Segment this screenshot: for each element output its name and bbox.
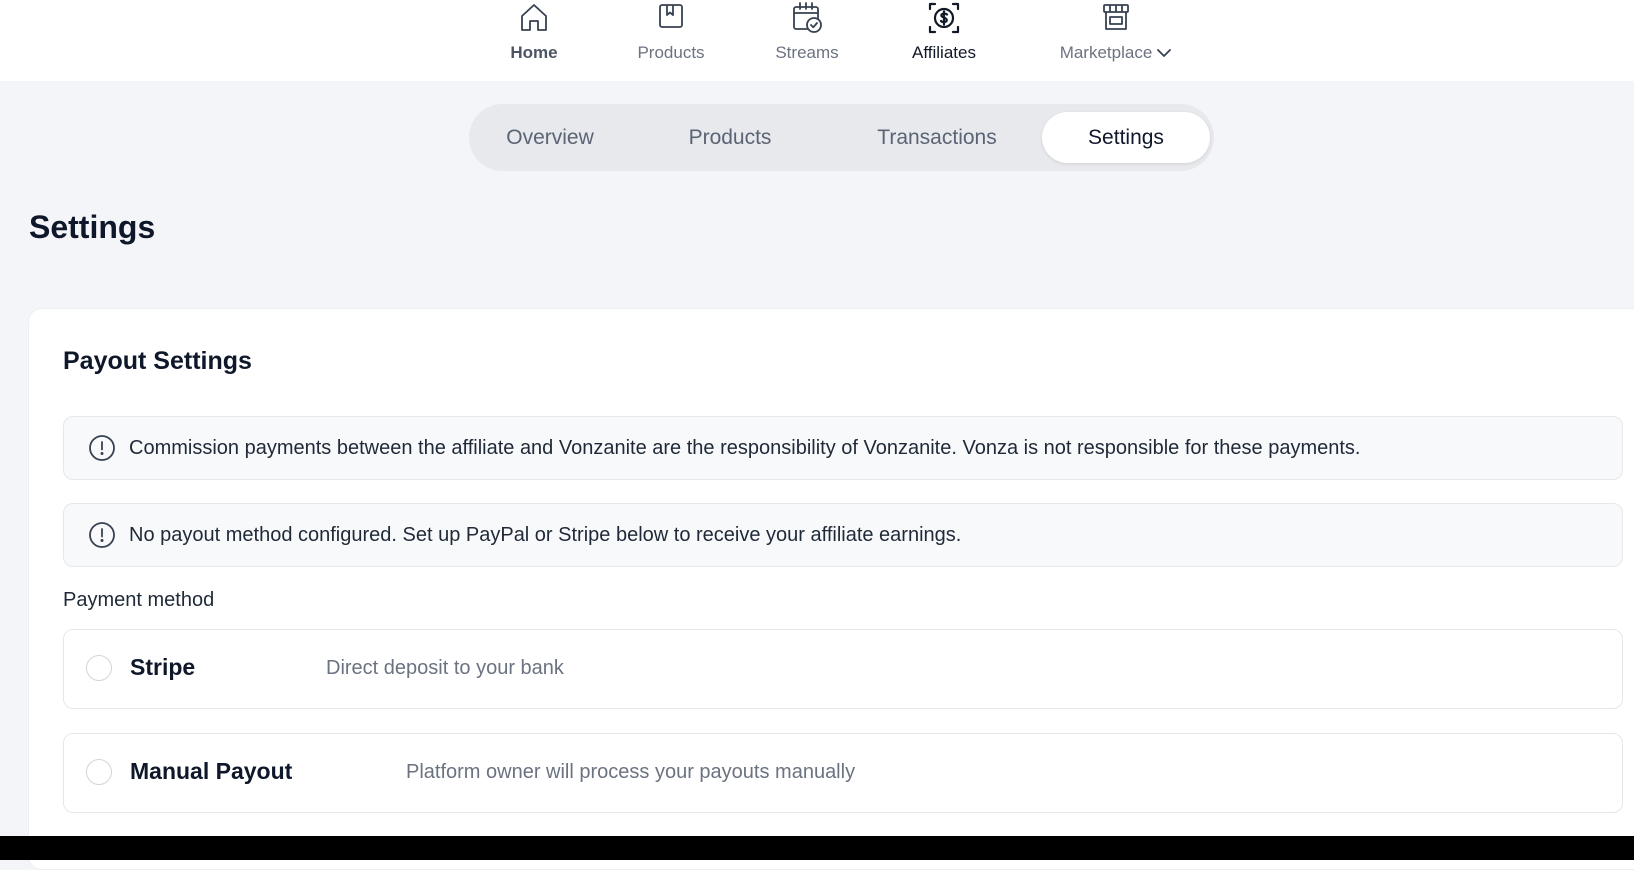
nav-item-streams[interactable]: Streams: [773, 0, 841, 81]
nav-label-streams: Streams: [775, 43, 839, 62]
payout-settings-title: Payout Settings: [63, 347, 252, 375]
nav-item-affiliates[interactable]: Affiliates: [906, 0, 982, 81]
payment-method-label: Payment method: [63, 589, 215, 611]
tab-settings[interactable]: Settings: [1042, 112, 1210, 163]
page-title: Settings: [29, 209, 156, 245]
storefront-icon: [1103, 4, 1129, 30]
top-navigation: Home Products Streams Affiliates Marketp…: [0, 0, 1634, 81]
no-payout-notice: No payout method configured. Set up PayP…: [63, 503, 1623, 567]
bottom-black-bar: [0, 836, 1634, 860]
nav-label-home: Home: [510, 43, 558, 62]
nav-label-products: Products: [637, 43, 705, 62]
nav-item-home[interactable]: Home: [503, 0, 565, 81]
chevron-down-icon: [1157, 49, 1172, 57]
commission-notice-text: Commission payments between the affiliat…: [129, 436, 1361, 459]
section-tabs: Overview Products Transactions Settings: [469, 104, 1214, 171]
alert-circle-icon: [89, 435, 115, 461]
stripe-name: Stripe: [130, 654, 196, 680]
commission-notice: Commission payments between the affiliat…: [63, 416, 1623, 480]
manual-payout-name: Manual Payout: [130, 758, 293, 784]
dollar-target-icon: [928, 2, 960, 34]
tab-overview[interactable]: Overview: [495, 112, 605, 163]
no-payout-notice-text: No payout method configured. Set up PayP…: [129, 523, 962, 546]
payout-settings-card: Payout Settings Commission payments betw…: [28, 308, 1634, 870]
home-icon: [521, 4, 547, 31]
manual-payout-description: Platform owner will process your payouts…: [406, 761, 856, 783]
alert-circle-icon: [89, 522, 115, 548]
tab-products[interactable]: Products: [677, 112, 783, 163]
nav-item-marketplace[interactable]: Marketplace: [1056, 0, 1176, 81]
calendar-check-icon: [793, 2, 822, 33]
stripe-description: Direct deposit to your bank: [326, 657, 564, 679]
payment-method-manual-payout[interactable]: Manual Payout Platform owner will proces…: [63, 733, 1623, 813]
nav-label-marketplace: Marketplace: [1060, 43, 1173, 63]
nav-item-products[interactable]: Products: [631, 0, 711, 81]
manual-payout-radio[interactable]: [86, 759, 112, 785]
bookmark-book-icon: [659, 4, 683, 28]
nav-label-affiliates: Affiliates: [912, 43, 976, 62]
payment-method-stripe[interactable]: Stripe Direct deposit to your bank: [63, 629, 1623, 709]
nav-label-marketplace-text: Marketplace: [1059, 43, 1153, 62]
stripe-radio[interactable]: [86, 655, 112, 681]
tab-transactions[interactable]: Transactions: [861, 112, 1013, 163]
